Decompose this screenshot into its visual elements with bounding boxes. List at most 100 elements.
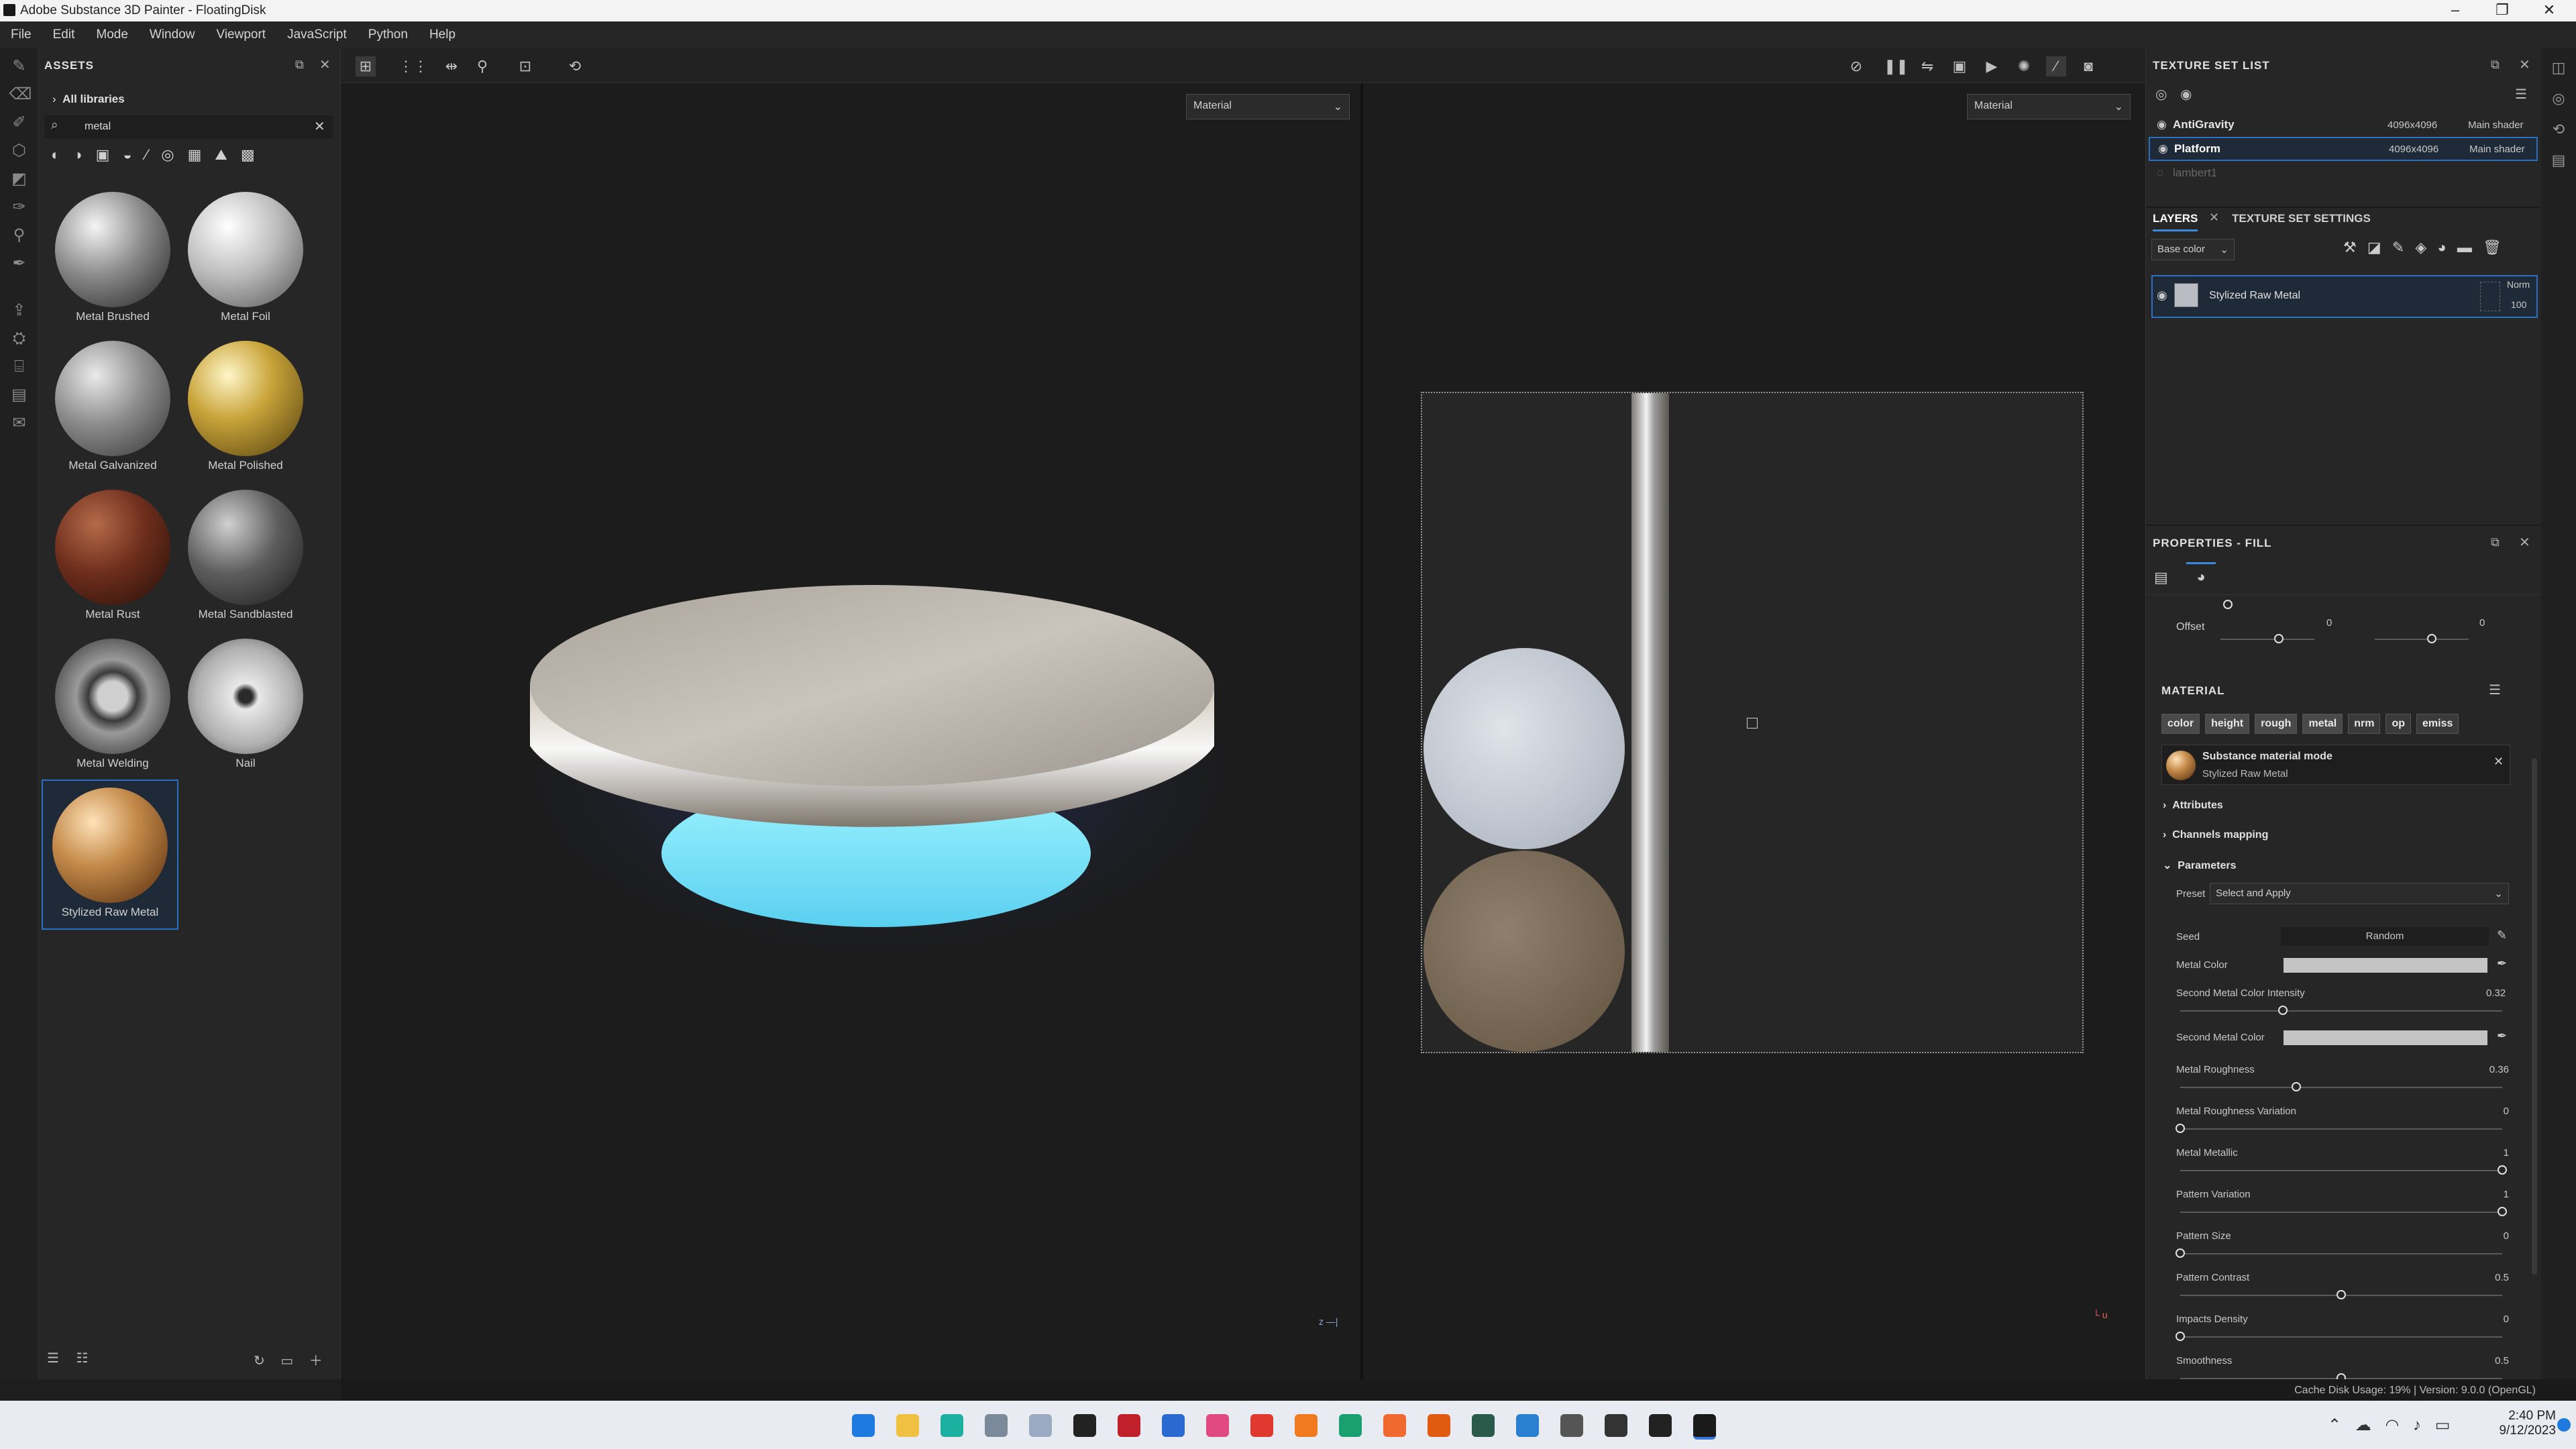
chip-height[interactable]: height xyxy=(2205,714,2250,734)
offset-track-b[interactable] xyxy=(2375,639,2469,640)
inkscape-icon[interactable] xyxy=(1073,1414,1096,1437)
seed-random-button[interactable]: Random xyxy=(2281,927,2489,946)
clock[interactable]: 2:40 PM 9/12/2023 xyxy=(2475,1409,2556,1438)
attributes-section[interactable]: › Attributes xyxy=(2163,800,2223,812)
undock-icon[interactable]: ⧉ xyxy=(2491,535,2500,549)
history-icon[interactable]: ⟲ xyxy=(2548,121,2569,141)
asset-item[interactable]: Metal Polished xyxy=(180,334,311,482)
folder-icon[interactable]: ▭ xyxy=(280,1354,293,1368)
eye-icon[interactable]: ◉ xyxy=(2157,288,2167,303)
chip-op[interactable]: op xyxy=(2385,714,2412,734)
parameters-section[interactable]: ⌄ Parameters xyxy=(2163,859,2236,872)
symmetry-icon[interactable]: ⇹ xyxy=(441,56,462,76)
offset-knob-b[interactable] xyxy=(2427,634,2436,643)
menu-javascript[interactable]: JavaScript xyxy=(276,21,358,48)
clone-icon[interactable]: ⚲ xyxy=(9,225,30,246)
menu-window[interactable]: Window xyxy=(139,21,206,48)
unreal-icon[interactable] xyxy=(1605,1414,1627,1437)
camera-swap-icon[interactable]: ⇋ xyxy=(1917,56,1937,76)
asset-item[interactable]: Metal Galvanized xyxy=(47,334,178,482)
video-camera-icon[interactable]: ▶ xyxy=(1982,56,2002,76)
uv-frame[interactable] xyxy=(1421,392,2084,1053)
filter-list-icon[interactable]: ☰ xyxy=(47,1351,59,1366)
smart-material-filter-icon[interactable]: ◑ xyxy=(73,146,95,163)
menu-help[interactable]: Help xyxy=(419,21,466,48)
alpha-filter-icon[interactable]: ◎ xyxy=(161,146,187,163)
undock-icon[interactable]: ⧉ xyxy=(2491,58,2500,72)
refresh-icon[interactable]: ↻ xyxy=(254,1354,265,1368)
chip-nrm[interactable]: nrm xyxy=(2348,714,2381,734)
light-icon[interactable]: ✺ xyxy=(2014,56,2034,76)
visibility-toggle-icon[interactable]: ◎ xyxy=(2155,87,2167,102)
fill-properties-tab-icon[interactable]: ▤ xyxy=(2154,569,2168,586)
texture-set-row-selected[interactable]: ◉ Platform 4096x4096 Main shader xyxy=(2149,137,2538,161)
viewport[interactable]: Material ⌄ Material ⌄ z —| └ u xyxy=(341,48,2145,1379)
add-mask-icon[interactable]: ◪ xyxy=(2367,239,2381,256)
brush-filter-icon[interactable]: ⁄ xyxy=(146,146,162,163)
hide-icon[interactable]: ⊘ xyxy=(1846,56,1866,76)
minimize-icon[interactable]: – xyxy=(2442,1,2469,19)
channel-dropdown[interactable]: Base color ⌄ xyxy=(2151,239,2235,260)
geometry-mask-icon[interactable]: ⬡ xyxy=(9,141,30,161)
git-icon[interactable] xyxy=(1472,1414,1495,1437)
3d-model-view[interactable] xyxy=(475,464,1280,1068)
layer-opacity[interactable]: 100 xyxy=(2511,299,2526,310)
add-folder-icon[interactable]: ▬ xyxy=(2457,239,2472,256)
cube-icon[interactable]: ▣ xyxy=(1949,56,1970,76)
asset-item[interactable]: Metal Brushed xyxy=(47,185,178,333)
add-frame-icon[interactable]: ⊡ xyxy=(515,56,535,76)
eraser-icon[interactable]: ⌫ xyxy=(9,85,32,105)
asset-item[interactable]: Metal Rust xyxy=(47,483,178,631)
polygon-fill-icon[interactable]: ◩ xyxy=(9,169,30,189)
unity-icon[interactable] xyxy=(1560,1414,1583,1437)
display-settings-icon[interactable]: ⌸ xyxy=(9,357,30,377)
paint-mode-icon[interactable]: ⁄ xyxy=(2046,56,2066,76)
chip-color[interactable]: color xyxy=(2161,714,2200,734)
log-icon[interactable]: ▤ xyxy=(2548,152,2569,172)
offset-knob-a[interactable] xyxy=(2274,634,2284,643)
view-mode-icon[interactable]: ▩ xyxy=(241,146,268,163)
slider-knob[interactable] xyxy=(2176,1332,2185,1341)
slider-knob[interactable] xyxy=(2176,1248,2185,1258)
asset-item-selected[interactable]: Stylized Raw Metal xyxy=(42,780,178,930)
slider-knob[interactable] xyxy=(2176,1124,2185,1133)
illustrator-icon[interactable] xyxy=(1428,1414,1450,1437)
eye-off-icon[interactable]: ◌ xyxy=(2157,166,2173,180)
settings-icon[interactable] xyxy=(985,1414,1008,1437)
texture-set-row[interactable]: ◉ AntiGravity 4096x4096 Main shader xyxy=(2149,113,2538,137)
slider-track[interactable] xyxy=(2180,1253,2502,1254)
environment-filter-icon[interactable]: ⛰ xyxy=(215,146,240,163)
blender-icon[interactable] xyxy=(1295,1414,1318,1437)
mirror-icon[interactable]: ⚲ xyxy=(472,56,492,76)
slider-knob[interactable] xyxy=(2498,1207,2507,1216)
slider-track[interactable] xyxy=(2180,1336,2502,1338)
wifi-icon[interactable]: ◠ xyxy=(2385,1416,2399,1434)
tab-close-icon[interactable]: ✕ xyxy=(2209,211,2219,225)
maximize-icon[interactable]: ❐ xyxy=(2489,1,2516,19)
asset-item[interactable]: Nail xyxy=(180,632,311,780)
add-fill-layer-icon[interactable]: ◈ xyxy=(2415,239,2426,256)
photos-icon[interactable] xyxy=(1029,1414,1052,1437)
uv-center-handle[interactable] xyxy=(1747,718,1758,729)
mask-filter-icon[interactable]: ▣ xyxy=(96,146,123,163)
delete-icon[interactable]: 🗑 xyxy=(2483,239,2502,256)
add-effect-icon[interactable]: ⚒ xyxy=(2343,239,2357,256)
undock-icon[interactable]: ⧉ xyxy=(295,58,304,72)
texture-set-panel-icon[interactable]: ◫ xyxy=(2548,59,2569,79)
learn-icon[interactable]: ✉ xyxy=(9,413,30,433)
battery-icon[interactable]: ▭ xyxy=(2435,1416,2451,1434)
bake-icon[interactable]: ⛭ xyxy=(9,329,30,349)
viewport-mode-dropdown-right[interactable]: Material ⌄ xyxy=(1967,94,2131,119)
material-tab-icon[interactable]: ◕ xyxy=(2186,562,2216,586)
app-icon[interactable] xyxy=(1250,1414,1273,1437)
panel-close-icon[interactable]: ✕ xyxy=(2519,534,2530,551)
chip-emiss[interactable]: emiss xyxy=(2416,714,2459,734)
menu-python[interactable]: Python xyxy=(358,21,419,48)
second-metal-color-swatch[interactable] xyxy=(2284,1030,2487,1045)
volume-icon[interactable]: ♪ xyxy=(2413,1416,2421,1434)
eye-icon[interactable]: ◉ xyxy=(2158,142,2174,156)
pause-icon[interactable]: ❚❚ xyxy=(1884,56,1909,76)
slider-knob[interactable] xyxy=(2498,1165,2507,1175)
edge-icon[interactable] xyxy=(941,1414,963,1437)
chip-metal[interactable]: metal xyxy=(2302,714,2343,734)
